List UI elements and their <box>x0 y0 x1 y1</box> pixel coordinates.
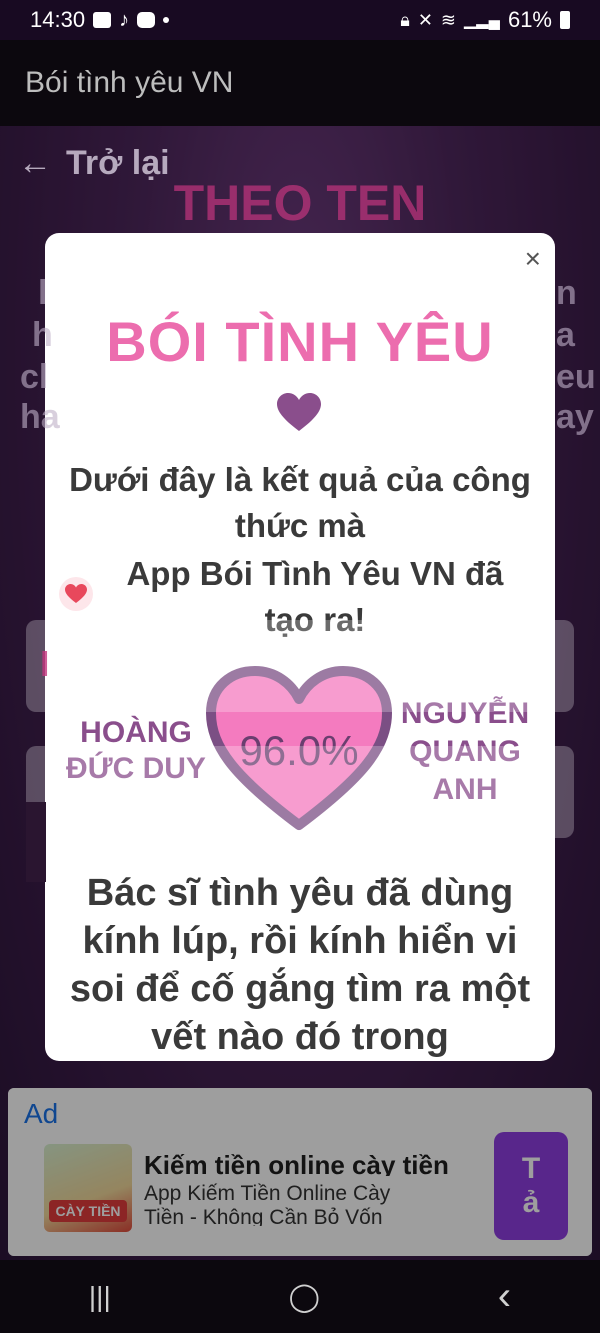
background-title: THEO TEN <box>173 175 427 231</box>
background-text-fragment: n <box>556 274 577 312</box>
ad-label: Ad <box>24 1098 59 1129</box>
lock-icon: 🔒︎ <box>400 9 410 30</box>
result-intro: Dưới đây là kết quả của công thức mà <box>69 461 531 544</box>
status-bar: 14:30 ♪ 🔒︎ ✕ ≋ ▁▂▄ 61% <box>0 0 600 40</box>
dialog-title: BÓI TÌNH YÊU <box>106 310 494 373</box>
background-text-fragment: l <box>38 274 48 312</box>
battery-level: 61% <box>507 7 552 32</box>
ad-title[interactable]: Kiếm tiền online cày tiền <box>144 1150 484 1176</box>
love-percent-badge-icon <box>59 577 93 611</box>
ad-thumbnail[interactable]: CÀY TIỀN <box>44 1144 132 1232</box>
background-image-strip <box>26 802 46 882</box>
ad-thumbnail-text: CÀY TIỀN <box>49 1200 127 1222</box>
system-nav-bar: ||| ◯ ‹ <box>0 1260 600 1333</box>
gallery-icon <box>93 12 112 28</box>
tiktok-icon: ♪ <box>119 8 130 31</box>
battery-icon <box>560 11 570 29</box>
background-text-fragment: h <box>32 316 53 354</box>
wifi-icon: ≋ <box>440 9 456 30</box>
result-description: Bác sĩ tình yêu đã dùng kính lúp, rồi kí… <box>69 872 531 1058</box>
home-icon[interactable]: ◯ <box>289 1280 320 1313</box>
status-time: 14:30 <box>30 7 86 32</box>
signal-icon: ▁▂▄ <box>464 12 500 29</box>
ad-install-button[interactable]: T ả <box>494 1132 568 1240</box>
background-card-letter: l <box>40 646 50 684</box>
ad-banner[interactable]: Ad CÀY TIỀN Kiếm tiền online cày tiền Ap… <box>8 1088 592 1256</box>
close-icon[interactable]: × <box>525 243 541 275</box>
background-card: l <box>26 620 574 712</box>
ad-button-line: ả <box>522 1186 540 1219</box>
youtube-icon <box>137 12 156 28</box>
app-bar: Bói tình yêu VN <box>0 40 600 126</box>
ad-button-line: T <box>521 1152 541 1185</box>
background-text-fragment: ha <box>20 398 60 436</box>
heart-icon <box>277 393 321 431</box>
mute-icon: ✕ <box>417 9 433 30</box>
recents-icon[interactable]: ||| <box>89 1281 111 1313</box>
background-text-fragment: a <box>556 316 575 354</box>
background-card <box>26 746 574 838</box>
ad-description: App Kiếm Tiền Online Cày Tiền - Không Cầ… <box>144 1182 391 1226</box>
notification-dot-icon <box>163 17 170 23</box>
background-text-fragment: eu <box>556 358 596 396</box>
app-title: Bói tình yêu VN <box>25 66 234 99</box>
background-text-fragment: ay <box>556 398 594 436</box>
background-text-fragment: cl <box>20 358 49 396</box>
back-icon[interactable]: ‹ <box>498 1274 511 1319</box>
